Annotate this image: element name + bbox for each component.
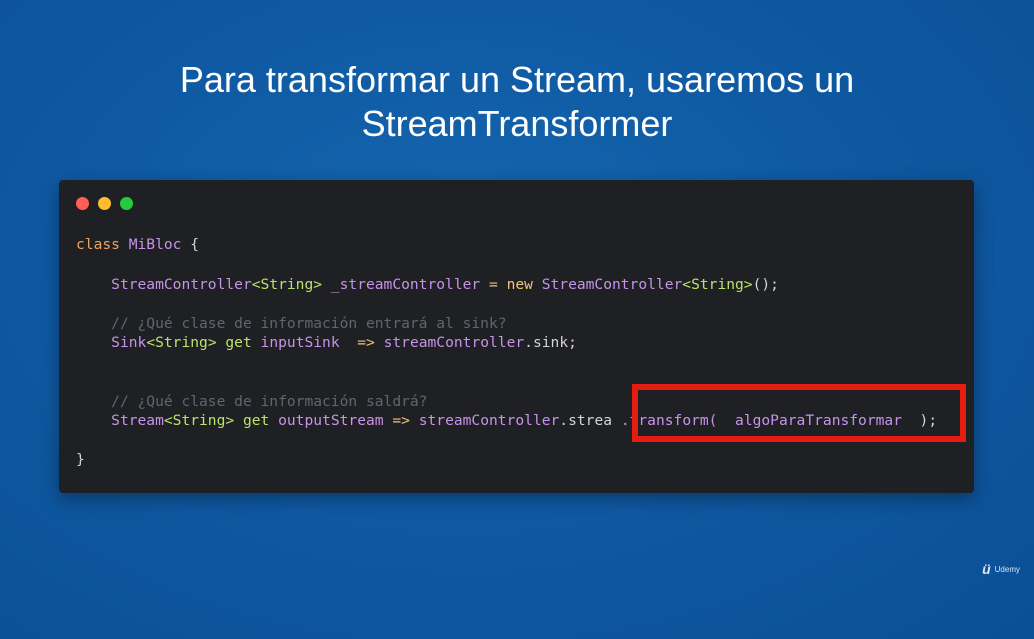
code-block: class MiBloc { StreamController<String> … <box>76 232 937 487</box>
minimize-dot-icon <box>98 197 111 210</box>
window-controls <box>76 197 133 210</box>
close-dot-icon <box>76 197 89 210</box>
slide-title-line-1: Para transformar un Stream, usaremos un <box>179 59 855 100</box>
code-line-class: class MiBloc { <box>76 236 200 253</box>
code-comment-sink: // ¿Qué clase de información entrará al … <box>111 315 507 332</box>
code-line-closing-brace: } <box>76 451 85 468</box>
brand-label: Udemy <box>994 564 1020 574</box>
transform-highlight-box <box>632 384 966 442</box>
udemy-logo-icon: ü <box>982 561 991 577</box>
maximize-dot-icon <box>120 197 133 210</box>
code-window: class MiBloc { StreamController<String> … <box>59 180 974 493</box>
udemy-brand: ü Udemy <box>982 561 1020 577</box>
slide-title: Para transformar un Stream, usaremos un … <box>0 58 1034 146</box>
code-line-stream-controller: StreamController<String> _streamControll… <box>111 276 779 293</box>
code-line-input-sink: Sink<String> get inputSink => streamCont… <box>111 334 577 351</box>
code-comment-output: // ¿Qué clase de información saldrá? <box>111 393 428 410</box>
slide-title-line-2: StreamTransformer <box>361 103 673 144</box>
